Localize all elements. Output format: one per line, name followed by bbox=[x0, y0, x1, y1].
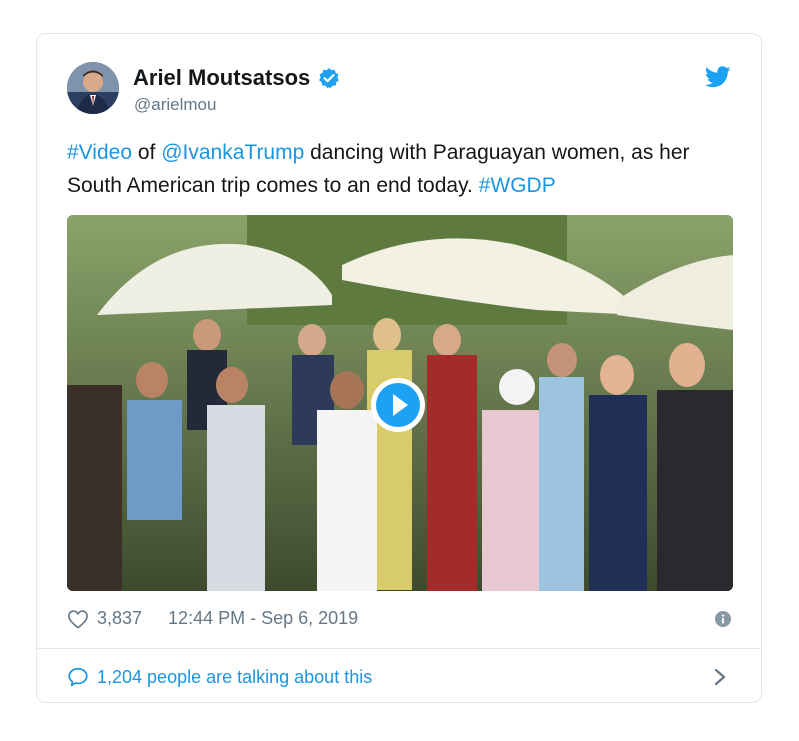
speech-bubble-icon bbox=[68, 667, 88, 687]
tweet-meta: 3,837 12:44 PM - Sep 6, 2019 bbox=[67, 608, 358, 629]
twitter-bird-icon[interactable] bbox=[705, 66, 731, 88]
hashtag-link[interactable]: #Video bbox=[67, 141, 132, 164]
author-name-row[interactable]: Ariel Moutsatsos bbox=[133, 65, 340, 91]
tweet-card[interactable]: Ariel Moutsatsos @arielmou #Video of @Iv… bbox=[36, 33, 762, 703]
author-avatar[interactable] bbox=[67, 62, 119, 114]
info-icon[interactable] bbox=[715, 611, 731, 627]
mention-link[interactable]: @IvankaTrump bbox=[161, 141, 304, 164]
tweet-text: #Video of @IvankaTrump dancing with Para… bbox=[67, 136, 747, 202]
heart-icon[interactable] bbox=[67, 609, 89, 629]
play-icon[interactable] bbox=[370, 377, 426, 433]
divider bbox=[37, 648, 761, 649]
verified-badge-icon bbox=[319, 68, 340, 88]
author-name[interactable]: Ariel Moutsatsos bbox=[133, 65, 310, 91]
chevron-right-icon[interactable] bbox=[713, 667, 727, 687]
author-handle[interactable]: @arielmou bbox=[134, 95, 216, 115]
conversation-link[interactable]: 1,204 people are talking about this bbox=[67, 666, 372, 688]
like-count[interactable]: 3,837 bbox=[97, 608, 142, 629]
conversation-count-text[interactable]: 1,204 people are talking about this bbox=[97, 667, 372, 688]
tweet-text-of: of bbox=[132, 141, 162, 164]
tweet-timestamp[interactable]: 12:44 PM - Sep 6, 2019 bbox=[168, 608, 358, 629]
hashtag-link[interactable]: #WGDP bbox=[479, 174, 556, 197]
